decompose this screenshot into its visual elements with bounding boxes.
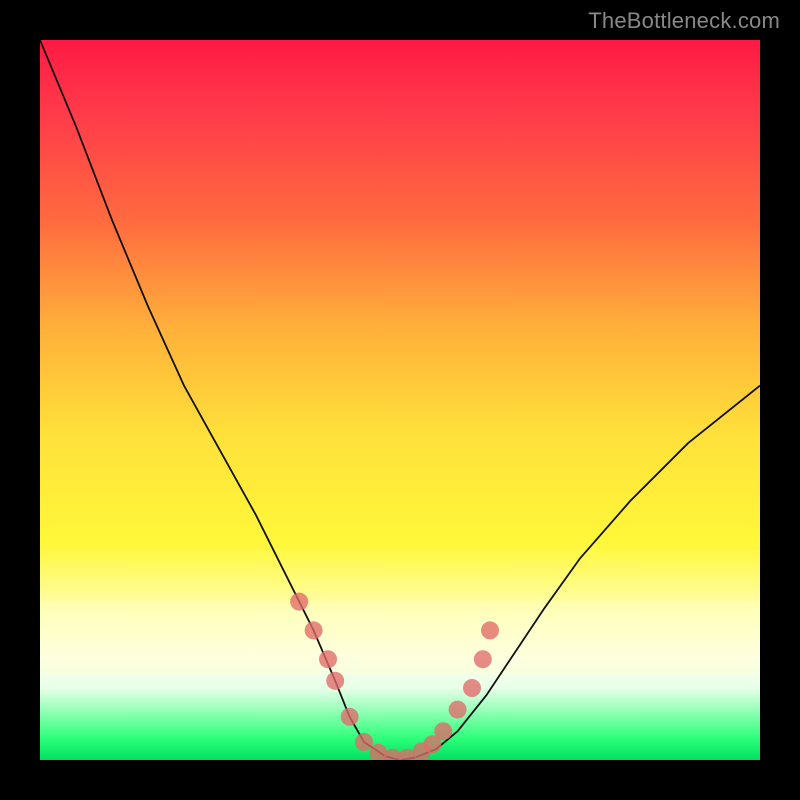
highlight-dot [326, 672, 344, 690]
highlight-dot [319, 650, 337, 668]
highlight-dot [481, 621, 499, 639]
highlight-dot [341, 708, 359, 726]
bottleneck-curve [40, 40, 760, 760]
highlight-dot [434, 722, 452, 740]
highlight-dot [290, 593, 308, 611]
highlight-dots-group [290, 593, 499, 760]
highlight-dot [463, 679, 481, 697]
highlight-dot [305, 621, 323, 639]
chart-svg [40, 40, 760, 760]
highlight-dot [449, 701, 467, 719]
plot-area [40, 40, 760, 760]
chart-frame: TheBottleneck.com [0, 0, 800, 800]
highlight-dot [355, 733, 373, 751]
highlight-dot [474, 650, 492, 668]
watermark-text: TheBottleneck.com [588, 8, 780, 34]
